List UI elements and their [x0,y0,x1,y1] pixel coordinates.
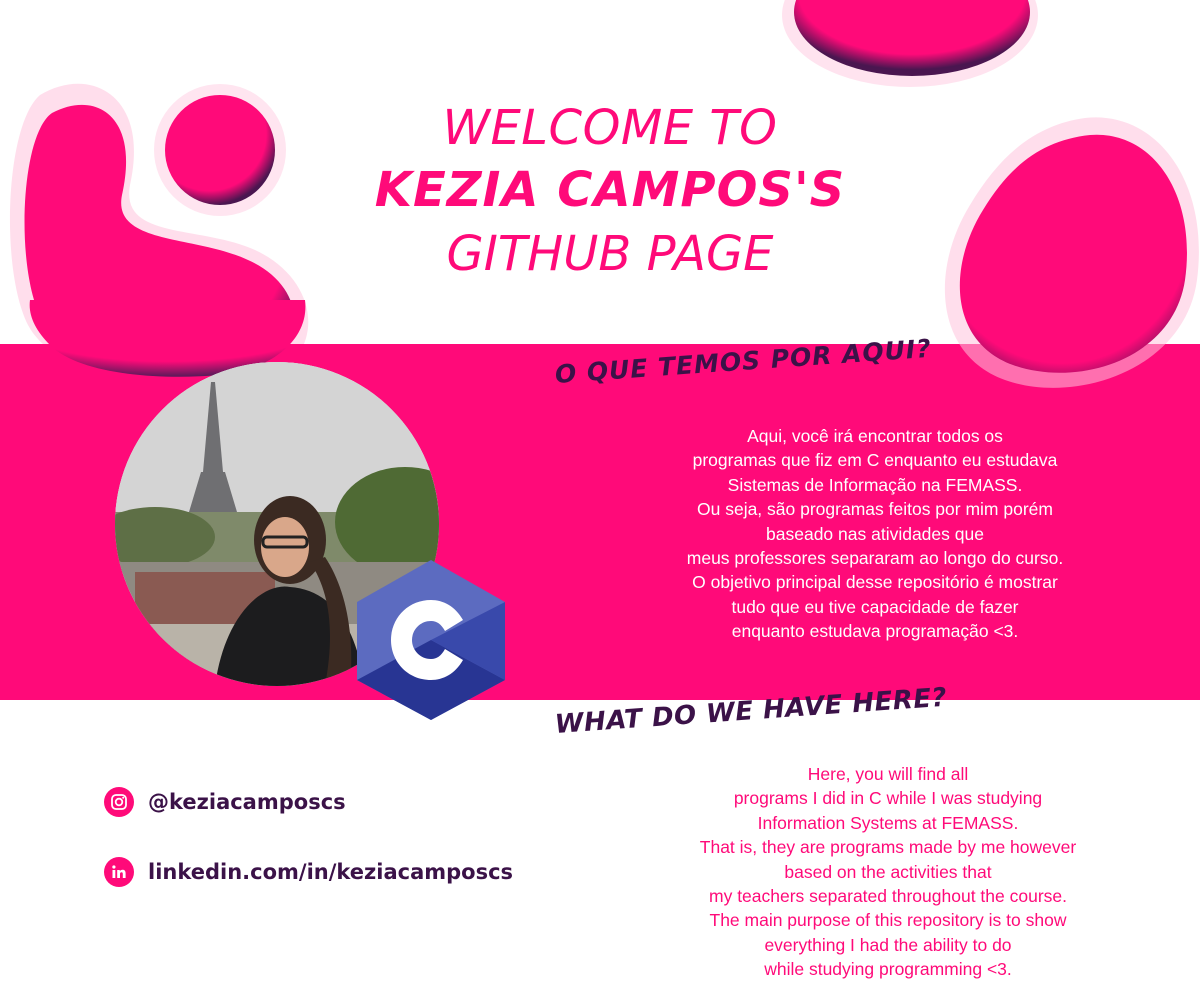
decorative-blob-top-right [782,0,1038,87]
decorative-circle-left [154,84,286,216]
paragraph-line: programas que fiz em C enquanto eu estud… [692,450,1058,471]
paragraph-english: Here, you will find all programs I did i… [648,762,1128,982]
paragraph-line: programs I did in C while I was studying [733,788,1043,809]
title-github-page: GITHUB PAGE [446,226,774,282]
linkedin-url: linkedin.com/in/keziacamposcs [148,860,514,884]
linkedin-link[interactable]: linkedin.com/in/keziacamposcs [104,857,513,887]
page: WELCOME TO KEZIA CAMPOS'S GITHUB PAGE O … [0,0,1200,1008]
paragraph-line: everything I had the ability to do [764,934,1012,955]
c-language-logo [357,560,505,720]
welcome-title: WELCOME TO KEZIA CAMPOS'S GITHUB PAGE [300,98,920,286]
instagram-link[interactable]: @keziacamposcs [104,787,346,817]
title-to: TO [709,100,778,156]
title-welcome: WELCOME [442,100,694,156]
paragraph-line: Aqui, você irá encontrar todos os [747,426,1003,446]
paragraph-line: my teachers separated throughout the cou… [709,886,1067,907]
paragraph-line: while studying programming <3. [764,959,1012,980]
paragraph-line: Information Systems at FEMASS. [757,812,1019,833]
paragraph-line: Ou seja, são programas feitos por mim po… [697,499,1053,520]
linkedin-icon [104,857,134,887]
paragraph-line: based on the activities that [784,861,992,882]
paragraph-line: enquanto estudava programação <3. [731,621,1019,642]
title-name: KEZIA CAMPOS'S [374,162,846,218]
paragraph-line: baseado nas atividades que [766,523,984,544]
paragraph-line: The main purpose of this repository is t… [709,910,1067,931]
paragraph-line: Here, you will find all [807,764,969,784]
paragraph-portuguese: Aqui, você irá encontrar todos os progra… [615,424,1135,644]
paragraph-line: O objetivo principal desse repositório é… [692,572,1058,593]
paragraph-line: That is, they are programs made by me ho… [699,837,1077,858]
instagram-icon [104,787,134,817]
paragraph-line: Sistemas de Informação na FEMASS. [727,474,1023,495]
paragraph-line: meus professores separaram ao longo do c… [686,548,1064,569]
instagram-handle: @keziacamposcs [148,790,346,814]
paragraph-line: tudo que eu tive capacidade de fazer [731,596,1019,617]
